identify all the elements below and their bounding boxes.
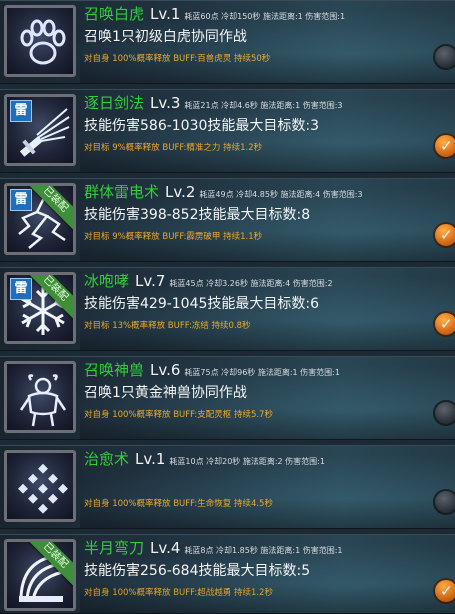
skill-buff: 对目标 9%概率释放 BUFF:霹雳破甲 持续1.1秒 [84, 232, 263, 242]
skill-icon-frame: 雷 已装配 [4, 183, 76, 255]
skill-row[interactable]: 召唤白虎 Lv.1 耗蓝60点 冷却150秒 施法距离:1 伤害范围:1 召唤1只初… [0, 0, 455, 84]
tiger-paw-icon [20, 19, 66, 65]
skill-description: 技能伤害398-852技能最大目标数:8 [84, 207, 311, 223]
skill-stats: 耗蓝21点 冷却4.6秒 施法距离:1 伤害范围:3 [184, 101, 343, 110]
skill-level: Lv.2 [165, 183, 196, 201]
skill-toggle[interactable] [433, 489, 455, 515]
skill-toggle[interactable]: ✓ [433, 578, 455, 604]
check-icon: ✓ [440, 582, 453, 600]
skill-stats: 耗蓝49点 冷却4.85秒 施法距离:4 伤害范围:3 [199, 190, 363, 199]
skill-header: 召唤白虎 Lv.1 耗蓝60点 冷却150秒 施法距离:1 伤害范围:1 [84, 3, 345, 24]
skill-level: Lv.6 [150, 361, 181, 379]
skill-icon-frame [4, 5, 76, 77]
skill-buff: 对自身 100%概率释放 BUFF:支配灵枢 持续5.7秒 [84, 410, 273, 420]
skill-header: 召唤神兽 Lv.6 耗蓝75点 冷却96秒 施法距离:1 伤害范围:1 [84, 359, 340, 380]
skill-toggle[interactable]: ✓ [433, 133, 455, 159]
skill-level: Lv.4 [150, 539, 181, 557]
skill-toggle[interactable] [433, 400, 455, 426]
skill-toggle[interactable]: ✓ [433, 222, 455, 248]
heal-icon [18, 463, 68, 514]
skill-header: 逐日剑法 Lv.3 耗蓝21点 冷却4.6秒 施法距离:1 伤害范围:3 [84, 92, 343, 113]
skill-level: Lv.3 [150, 94, 181, 112]
skill-description: 召唤1只黄金神兽协同作战 [84, 385, 247, 401]
skill-level: Lv.1 [135, 450, 166, 468]
skill-buff: 对自身 100%概率释放 BUFF:超战越勇 持续1.2秒 [84, 588, 273, 598]
skill-stats: 耗蓝45点 冷却3.26秒 施法距离:4 伤害范围:2 [169, 279, 333, 288]
skill-icon-frame: 雷 已装配 [4, 272, 76, 344]
skill-stats: 耗蓝10点 冷却20秒 施法距离:2 伤害范围:1 [169, 457, 325, 466]
skill-stats: 耗蓝8点 冷却1.85秒 施法距离:1 伤害范围:1 [184, 546, 343, 555]
skill-buff: 对自身 100%概率释放 BUFF:生命恢复 持续4.5秒 [84, 499, 273, 509]
skill-buff: 对自身 100%概率释放 BUFF:百兽虎灵 持续50秒 [84, 54, 271, 64]
skill-row[interactable]: 召唤神兽 Lv.6 耗蓝75点 冷却96秒 施法距离:1 伤害范围:1 召唤1只黄金… [0, 356, 455, 440]
skill-description: 技能伤害256-684技能最大目标数:5 [84, 563, 311, 579]
beast-icon [19, 374, 67, 427]
skill-description: 召唤1只初级白虎协同作战 [84, 29, 247, 45]
skill-icon-frame: 雷 [4, 94, 76, 166]
skill-buff: 对目标 13%概率释放 BUFF:冻结 持续0.8秒 [84, 321, 251, 331]
skill-row[interactable]: 已装配 半月弯刀 Lv.4 耗蓝8点 冷却1.85秒 施法距离:1 伤害范围:1 技… [0, 534, 455, 614]
skill-name: 冰咆哮 [84, 272, 130, 290]
skill-toggle[interactable] [433, 44, 455, 70]
skill-row[interactable]: 雷 已装配 冰咆哮 Lv.7 耗蓝45点 冷却3.26秒 施法距离:4 伤害范围:2… [0, 267, 455, 351]
skill-row[interactable]: 治愈术 Lv.1 耗蓝10点 冷却20秒 施法距离:2 伤害范围:1 对自身 100… [0, 445, 455, 529]
skill-toggle[interactable]: ✓ [433, 311, 455, 337]
skill-header: 群体雷电术 Lv.2 耗蓝49点 冷却4.85秒 施法距离:4 伤害范围:3 [84, 181, 363, 202]
skill-buff: 对目标 9%概率释放 BUFF:精准之力 持续1.2秒 [84, 143, 263, 153]
skill-name: 召唤神兽 [84, 361, 145, 379]
check-icon: ✓ [440, 226, 453, 244]
skill-stats: 耗蓝60点 冷却150秒 施法距离:1 伤害范围:1 [184, 12, 346, 21]
skill-level: Lv.1 [150, 5, 181, 23]
skill-name: 治愈术 [84, 450, 130, 468]
skill-name: 半月弯刀 [84, 539, 145, 557]
skill-icon-frame [4, 361, 76, 433]
skill-description: 技能伤害429-1045技能最大目标数:6 [84, 296, 320, 312]
check-icon: ✓ [440, 137, 453, 155]
check-icon: ✓ [440, 315, 453, 333]
element-badge: 雷 [10, 189, 32, 211]
skill-name: 逐日剑法 [84, 94, 145, 112]
skill-icon-frame: 已装配 [4, 539, 76, 611]
skill-row[interactable]: 雷 已装配 群体雷电术 Lv.2 耗蓝49点 冷却4.85秒 施法距离:4 伤害范围… [0, 178, 455, 262]
skill-name: 召唤白虎 [84, 5, 145, 23]
element-badge: 雷 [10, 100, 32, 122]
skill-header: 冰咆哮 Lv.7 耗蓝45点 冷却3.26秒 施法距离:4 伤害范围:2 [84, 270, 333, 291]
element-badge: 雷 [10, 278, 32, 300]
skill-list: 召唤白虎 Lv.1 耗蓝60点 冷却150秒 施法距离:1 伤害范围:1 召唤1只初… [0, 0, 455, 614]
skill-header: 半月弯刀 Lv.4 耗蓝8点 冷却1.85秒 施法距离:1 伤害范围:1 [84, 537, 343, 558]
skill-level: Lv.7 [135, 272, 166, 290]
skill-row[interactable]: 雷 逐日剑法 Lv.3 耗蓝21点 冷却4.6秒 施法距离:1 伤害范围:3 技能伤… [0, 89, 455, 173]
skill-icon-frame [4, 450, 76, 522]
skill-stats: 耗蓝75点 冷却96秒 施法距离:1 伤害范围:1 [184, 368, 340, 377]
skill-name: 群体雷电术 [84, 183, 160, 201]
skill-description: 技能伤害586-1030技能最大目标数:3 [84, 118, 320, 134]
skill-header: 治愈术 Lv.1 耗蓝10点 冷却20秒 施法距离:2 伤害范围:1 [84, 448, 325, 469]
